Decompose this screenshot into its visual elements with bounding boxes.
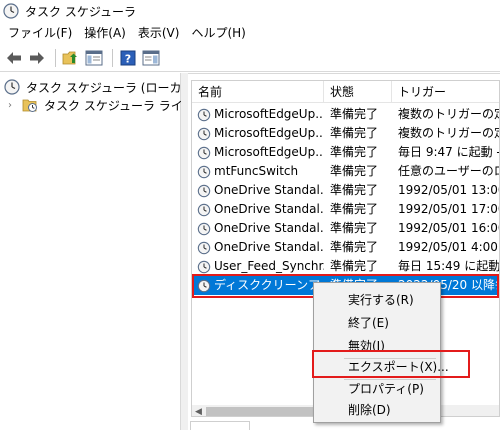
task-name: OneDrive Standal...: [214, 202, 324, 216]
task-scheduler-clock-icon: [4, 79, 20, 95]
task-clock-icon: [197, 241, 211, 254]
task-trigger: 1992/05/01 13:00 に起: [398, 183, 499, 197]
column-header-trigger[interactable]: トリガー: [392, 81, 499, 103]
bottom-tab[interactable]: [190, 421, 250, 430]
task-name-cell: OneDrive Standal...: [192, 181, 324, 200]
table-row[interactable]: MicrosoftEdgeUp... 準備完了 複数のトリガーの定義: [192, 105, 499, 124]
task-clock-icon: [197, 203, 211, 216]
task-name: mtFuncSwitch: [214, 164, 299, 178]
task-scheduler-clock-icon: [3, 3, 19, 19]
task-status: 準備完了: [330, 107, 379, 121]
task-status: 準備完了: [330, 183, 379, 197]
task-clock-icon: [197, 146, 211, 159]
console-tree: タスク スケジューラ (ローカル) › タスク スケジューラ ライブラリ: [0, 73, 219, 430]
menu-file[interactable]: ファイル(F): [2, 22, 78, 44]
task-name-cell: OneDrive Standal...: [192, 200, 324, 219]
chevron-right-icon[interactable]: ›: [8, 100, 18, 111]
task-trigger: 1992/05/01 16:00 に起: [398, 221, 499, 235]
task-clock-icon: [197, 108, 211, 121]
task-status: 準備完了: [330, 240, 379, 254]
list-header: 名前 状態 トリガー: [192, 81, 499, 103]
task-name: MicrosoftEdgeUp...: [214, 145, 324, 159]
toolbar: ?: [0, 44, 500, 72]
task-trigger: 任意のユーザーのログオン: [398, 164, 499, 178]
action-pane-icon[interactable]: [141, 48, 161, 68]
task-status: 準備完了: [330, 126, 379, 140]
help-icon[interactable]: ?: [118, 48, 138, 68]
task-name-cell: OneDrive Standal...: [192, 219, 324, 238]
task-status: 準備完了: [330, 202, 379, 216]
column-header-status[interactable]: 状態: [324, 81, 392, 103]
menu-bar: ファイル(F) 操作(A) 表示(V) ヘルプ(H): [0, 22, 500, 44]
task-name-cell: mtFuncSwitch: [192, 162, 324, 181]
task-name-cell: OneDrive Standal...: [192, 238, 324, 257]
task-trigger: 毎日 9:47 に起動 - トリ: [398, 145, 499, 159]
context-menu-properties[interactable]: プロパティ(P): [314, 378, 440, 400]
task-status: 準備完了: [330, 145, 379, 159]
tree-item-root-label: タスク スケジューラ (ローカル): [26, 80, 199, 95]
forward-arrow-icon[interactable]: [27, 48, 47, 68]
menu-action[interactable]: 操作(A): [78, 22, 132, 44]
task-name-cell: MicrosoftEdgeUp...: [192, 124, 324, 143]
window-title: タスク スケジューラ: [25, 4, 136, 19]
task-name: OneDrive Standal...: [214, 240, 324, 254]
tree-item-root[interactable]: タスク スケジューラ (ローカル): [4, 78, 198, 96]
table-row[interactable]: MicrosoftEdgeUp... 準備完了 複数のトリガーの定義: [192, 124, 499, 143]
table-row[interactable]: OneDrive Standal... 準備完了 1992/05/01 16:00 …: [192, 219, 499, 238]
task-clock-icon: [197, 260, 211, 273]
task-trigger: 1992/05/01 4:00 に起動: [398, 240, 499, 254]
table-row[interactable]: OneDrive Standal... 準備完了 1992/05/01 13:00 …: [192, 181, 499, 200]
table-row[interactable]: MicrosoftEdgeUp... 準備完了 毎日 9:47 に起動 - トリ: [192, 143, 499, 162]
table-row[interactable]: OneDrive Standal... 準備完了 1992/05/01 17:00 …: [192, 200, 499, 219]
task-clock-icon: [197, 184, 211, 197]
task-name: OneDrive Standal...: [214, 221, 324, 235]
task-name: MicrosoftEdgeUp...: [214, 126, 324, 140]
context-menu-end[interactable]: 終了(E): [314, 312, 440, 334]
title-bar: タスク スケジューラ: [0, 0, 500, 22]
folder-up-icon[interactable]: [61, 48, 81, 68]
toolbar-separator: [112, 48, 113, 67]
task-clock-icon: [197, 127, 211, 140]
column-header-name[interactable]: 名前: [192, 81, 324, 103]
context-menu-run[interactable]: 実行する(R): [314, 289, 440, 311]
menu-view[interactable]: 表示(V): [132, 22, 186, 44]
task-clock-icon: [197, 165, 211, 178]
task-name-cell: MicrosoftEdgeUp...: [192, 143, 324, 162]
scroll-left-icon[interactable]: ◀: [192, 405, 205, 417]
menu-help[interactable]: ヘルプ(H): [185, 22, 251, 44]
context-menu-delete[interactable]: 削除(D): [314, 399, 440, 421]
task-name-cell: MicrosoftEdgeUp...: [192, 105, 324, 124]
task-clock-icon: [197, 222, 211, 235]
folder-clock-icon: [22, 99, 37, 112]
task-name: OneDrive Standal...: [214, 183, 324, 197]
svg-text:?: ?: [125, 52, 131, 65]
pane-splitter[interactable]: [181, 73, 188, 430]
back-arrow-icon[interactable]: [4, 48, 24, 68]
export-highlight-box: [312, 350, 470, 378]
task-trigger: 複数のトリガーの定義: [398, 107, 499, 121]
task-status: 準備完了: [330, 221, 379, 235]
show-hide-console-tree-icon[interactable]: [84, 48, 104, 68]
table-row[interactable]: OneDrive Standal... 準備完了 1992/05/01 4:00 に…: [192, 238, 499, 257]
task-trigger: 1992/05/01 17:00 に起: [398, 202, 499, 216]
toolbar-separator: [55, 48, 56, 67]
task-name: MicrosoftEdgeUp...: [214, 107, 324, 121]
task-status: 準備完了: [330, 164, 379, 178]
table-row[interactable]: mtFuncSwitch 準備完了 任意のユーザーのログオン: [192, 162, 499, 181]
task-trigger: 複数のトリガーの定義: [398, 126, 499, 140]
